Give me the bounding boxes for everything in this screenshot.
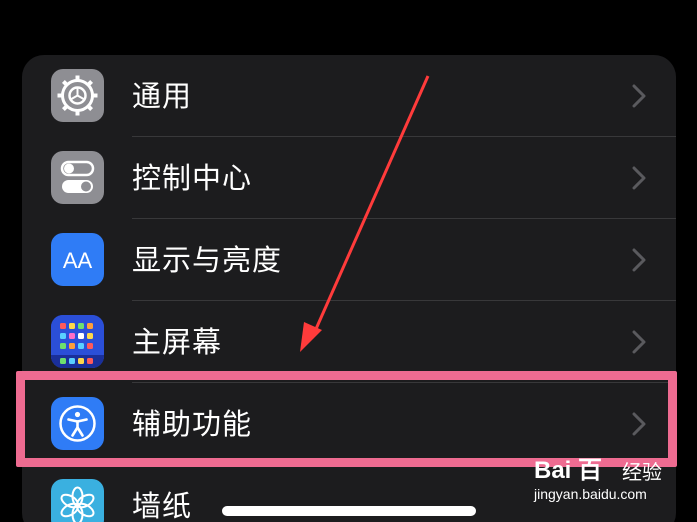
home-indicator[interactable] — [222, 506, 476, 516]
watermark: Bai 百 经验 jingyan.baidu.com — [534, 450, 694, 514]
annotation-arrow — [300, 75, 430, 352]
watermark-logo: Bai 百 — [534, 457, 603, 484]
watermark-url: jingyan.baidu.com — [534, 486, 647, 502]
watermark-name: 经验 — [622, 460, 662, 484]
